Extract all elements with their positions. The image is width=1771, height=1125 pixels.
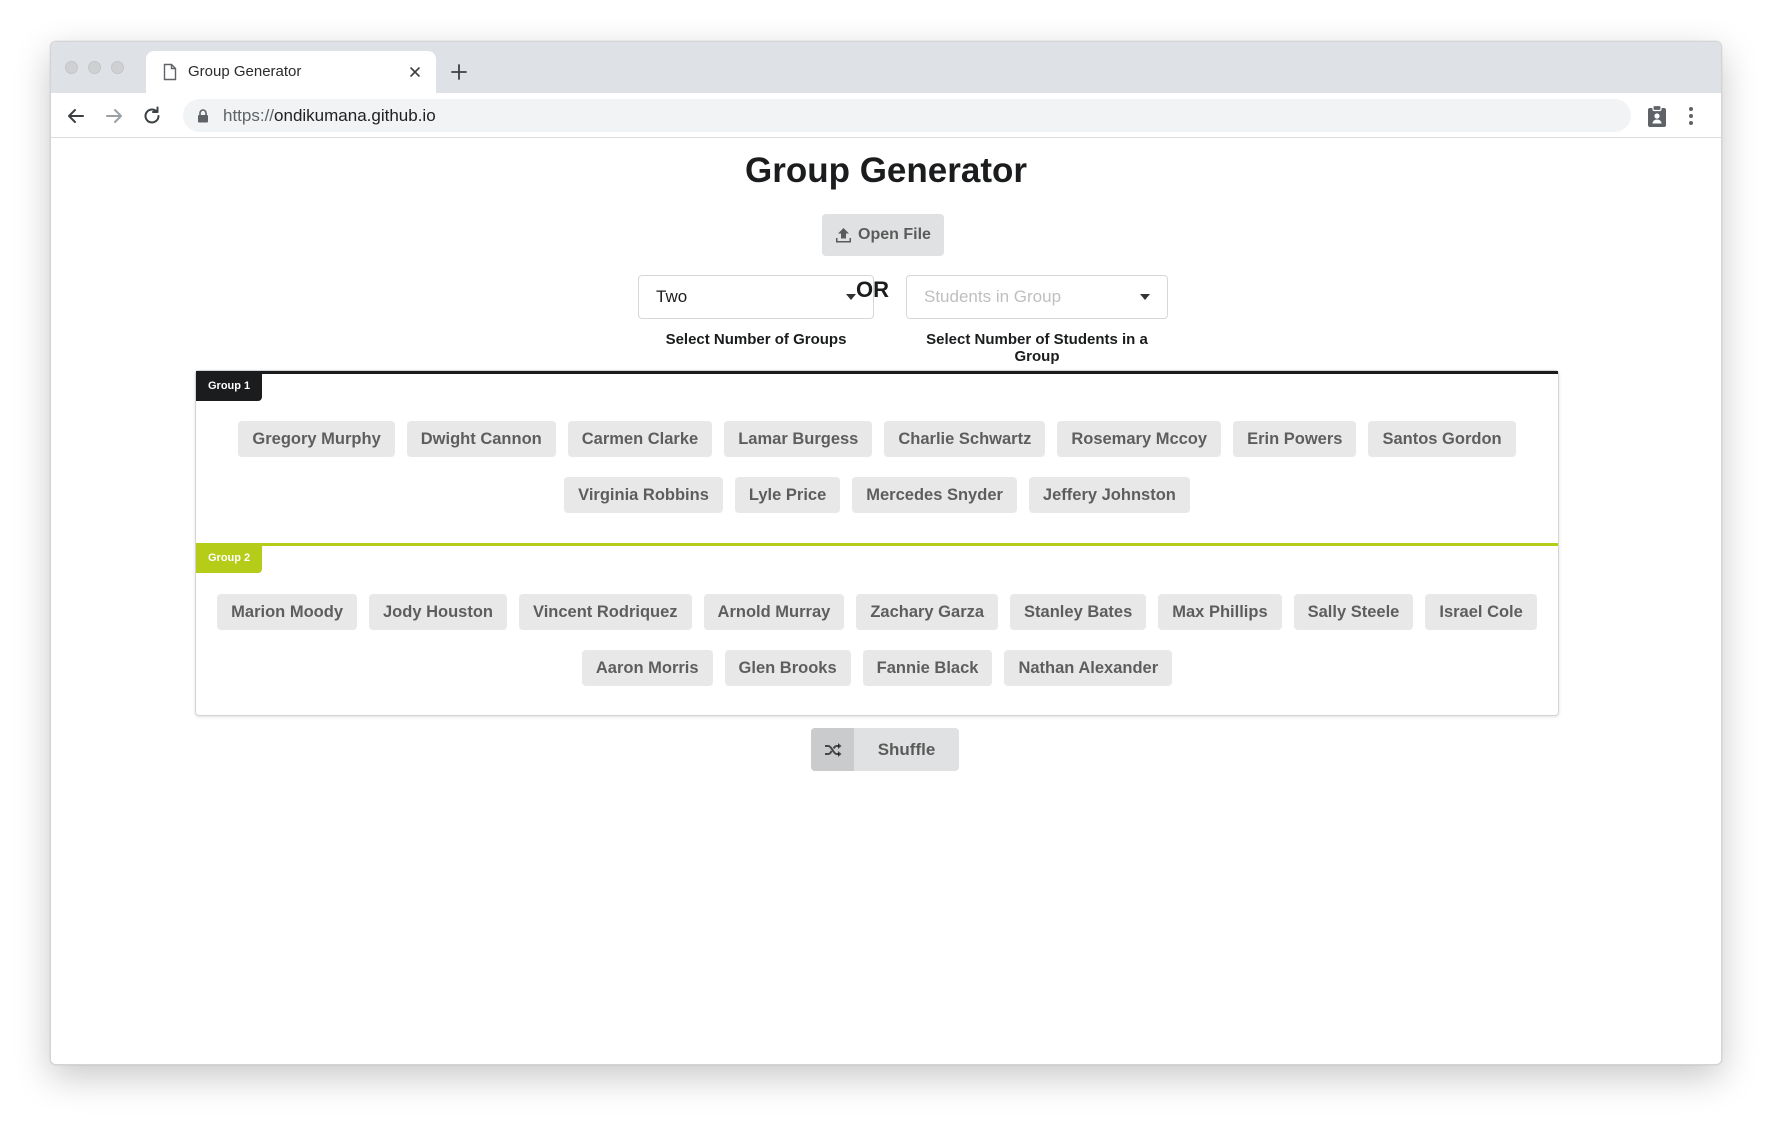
url-scheme: https:// [223,106,275,125]
group-row: Gregory Murphy Dwight Cannon Carmen Clar… [196,421,1558,457]
student-chip[interactable]: Virginia Robbins [564,477,723,513]
student-chip[interactable]: Lyle Price [734,477,841,513]
student-chip[interactable]: Rosemary Mccoy [1057,421,1222,457]
shuffle-icon [824,742,841,757]
url-text[interactable]: https://ondikumana.github.io [223,99,436,132]
groups-count-dropdown[interactable]: Two [638,275,874,319]
url-host: ondikumana.github.io [274,106,436,125]
student-chip[interactable]: Marion Moody [217,594,357,630]
students-count-dropdown[interactable]: Students in Group [906,275,1168,319]
shuffle-label: Shuffle [877,740,936,759]
browser-tab[interactable]: Group Generator [146,51,436,93]
address-bar[interactable]: https://ondikumana.github.io [183,99,1631,132]
minimize-window-dot[interactable] [88,61,101,74]
student-chip[interactable]: Aaron Morris [581,650,713,686]
student-chip[interactable]: Max Phillips [1158,594,1282,630]
groups-dropdown-value: Two [656,287,688,306]
student-chip[interactable]: Jeffery Johnston [1028,477,1190,513]
plus-icon[interactable] [449,62,469,82]
group-accent-bar [196,543,1558,546]
or-label: OR [856,277,889,302]
reload-icon[interactable] [141,105,163,127]
more-vert-icon[interactable] [1687,105,1695,127]
upload-icon [836,227,852,242]
student-chip[interactable]: Charlie Schwartz [884,421,1046,457]
tab-strip: Group Generator [51,42,1721,93]
group-accent-bar [196,371,1558,374]
lock-icon [198,109,208,123]
group-row: Aaron Morris Glen Brooks Fannie Black Na… [196,650,1558,686]
student-chip[interactable]: Erin Powers [1233,421,1357,457]
browser-window: Group Generator https://ondikumana.githu… [50,41,1722,1065]
student-chip[interactable]: Glen Brooks [724,650,851,686]
group-section: Group 1 Gregory Murphy Dwight Cannon Car… [196,371,1558,543]
close-icon[interactable] [406,63,424,81]
group-row: Marion Moody Jody Houston Vincent Rodriq… [196,594,1558,630]
student-chip[interactable]: Sally Steele [1293,594,1414,630]
student-chip[interactable]: Gregory Murphy [238,421,395,457]
tab-title: Group Generator [188,63,302,80]
student-chip[interactable]: Nathan Alexander [1004,650,1173,686]
student-chip[interactable]: Jody Houston [369,594,507,630]
students-dropdown-placeholder: Students in Group [924,287,1062,306]
caret-down-icon [846,294,856,300]
maximize-window-dot[interactable] [111,61,124,74]
back-arrow-icon[interactable] [65,105,87,127]
close-window-dot[interactable] [65,61,78,74]
page-title: Group Generator [745,151,1027,190]
group-row: Virginia Robbins Lyle Price Mercedes Sny… [196,477,1558,513]
student-chip[interactable]: Stanley Bates [1010,594,1147,630]
page-content: Group Generator Open File Two Select Num… [51,138,1721,1064]
shuffle-icon-wrap [811,728,854,771]
student-chip[interactable]: Carmen Clarke [567,421,713,457]
group-section: Group 2 Marion Moody Jody Houston Vincen… [196,543,1558,715]
group-label: Group 1 [196,371,263,401]
student-chip[interactable]: Santos Gordon [1368,421,1516,457]
shuffle-button[interactable]: Shuffle [811,728,959,771]
students-dropdown-label: Select Number of Students in a Group [926,331,1148,365]
browser-toolbar: https://ondikumana.github.io [51,93,1721,138]
page-icon [163,63,177,81]
student-chip[interactable]: Zachary Garza [856,594,999,630]
forward-arrow-icon[interactable] [103,105,125,127]
student-chip[interactable]: Lamar Burgess [724,421,873,457]
clipboard-icon[interactable] [1646,104,1668,128]
open-file-label: Open File [858,226,931,243]
open-file-button[interactable]: Open File [822,214,944,256]
caret-down-icon [1140,294,1150,300]
groups-dropdown-label: Select Number of Groups [665,331,847,348]
student-chip[interactable]: Fannie Black [862,650,993,686]
student-chip[interactable]: Arnold Murray [703,594,845,630]
student-chip[interactable]: Mercedes Snyder [852,477,1017,513]
student-chip[interactable]: Vincent Rodriquez [519,594,692,630]
group-label: Group 2 [196,543,263,573]
student-chip[interactable]: Israel Cole [1425,594,1537,630]
groups-container: Group 1 Gregory Murphy Dwight Cannon Car… [195,370,1559,716]
student-chip[interactable]: Dwight Cannon [406,421,556,457]
